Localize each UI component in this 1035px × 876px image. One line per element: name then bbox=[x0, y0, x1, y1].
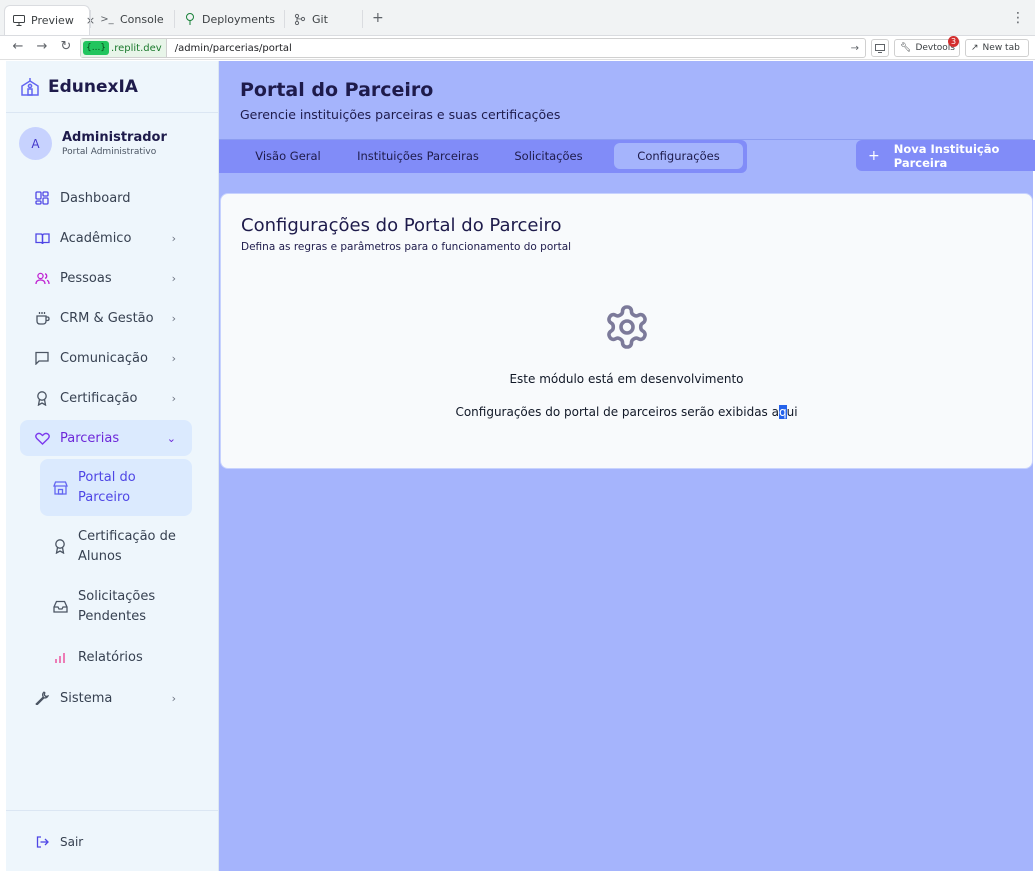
avatar: A bbox=[19, 127, 52, 160]
back-arrow-icon[interactable]: ← bbox=[10, 39, 26, 54]
award-icon bbox=[52, 539, 68, 555]
address-bar: ← → ↻ {...} .replit.dev /admin/parcerias… bbox=[0, 36, 1035, 60]
sidebar-subitem-solicitacoes[interactable]: Solicitações Pendentes bbox=[40, 584, 192, 629]
sidebar-item-pessoas[interactable]: Pessoas › bbox=[20, 260, 192, 296]
sidebar-subitem-certificacao-alunos[interactable]: Certificação de Alunos bbox=[40, 524, 192, 569]
store-icon bbox=[52, 480, 68, 496]
chevron-right-icon: › bbox=[171, 271, 176, 285]
tab-preview[interactable]: Preview × bbox=[4, 5, 95, 35]
school-icon bbox=[21, 78, 39, 96]
user-role: Portal Administrativo bbox=[62, 147, 157, 157]
card-title: Configurações do Portal do Parceiro bbox=[241, 215, 562, 236]
section-tabs: Visão Geral Instituições Parceiras Solic… bbox=[219, 140, 747, 173]
brand-name: EdunexIA bbox=[48, 77, 138, 97]
bar-chart-icon bbox=[52, 650, 68, 666]
gear-icon bbox=[607, 305, 647, 349]
deploy-icon bbox=[184, 13, 196, 25]
chevron-down-icon: ⌄ bbox=[166, 431, 176, 445]
go-arrow-icon[interactable]: → bbox=[851, 43, 859, 54]
tab-label: Console bbox=[120, 12, 164, 26]
book-icon bbox=[34, 230, 50, 246]
forward-arrow-icon[interactable]: → bbox=[34, 39, 50, 54]
user-name: Administrador bbox=[62, 130, 167, 145]
page-subtitle: Gerencie instituições parceiras e suas c… bbox=[240, 107, 561, 122]
external-link-icon: ↗ bbox=[971, 43, 979, 53]
tab-visao-geral[interactable]: Visão Geral bbox=[231, 143, 345, 169]
sidebar-item-dashboard[interactable]: Dashboard bbox=[20, 180, 192, 216]
monitor-icon bbox=[13, 15, 25, 27]
brand[interactable]: EdunexIA bbox=[20, 77, 138, 97]
sidebar-subitem-portal[interactable]: Portal do Parceiro bbox=[40, 459, 192, 516]
sidebar-item-sistema[interactable]: Sistema › bbox=[20, 680, 192, 716]
sidebar-item-certificacao[interactable]: Certificação › bbox=[20, 380, 192, 416]
sidebar-item-academico[interactable]: Acadêmico › bbox=[20, 220, 192, 256]
new-tab-button[interactable]: ↗ New tab bbox=[965, 39, 1029, 57]
tab-label: Git bbox=[312, 12, 328, 26]
wrench-icon: 🔧︎ bbox=[900, 43, 912, 53]
tab-instituicoes-parceiras[interactable]: Instituições Parceiras bbox=[349, 143, 487, 169]
devtools-count-badge: 3 bbox=[948, 36, 959, 47]
logout-icon bbox=[34, 834, 50, 850]
sidebar-item-parcerias[interactable]: Parcerias ⌄ bbox=[20, 420, 192, 456]
sidebar-item-comunicacao[interactable]: Comunicação › bbox=[20, 340, 192, 376]
url-domain: {...} .replit.dev bbox=[81, 39, 167, 57]
settings-card: Configurações do Portal do Parceiro Defi… bbox=[220, 193, 1033, 469]
chevron-right-icon: › bbox=[171, 691, 176, 705]
more-menu-icon[interactable]: ⋮ bbox=[1011, 10, 1025, 26]
chevron-right-icon: › bbox=[171, 311, 176, 325]
chevron-right-icon: › bbox=[171, 351, 176, 365]
terminal-icon: >_ bbox=[100, 13, 114, 25]
tab-deployments[interactable]: Deployments bbox=[176, 6, 283, 32]
git-icon bbox=[294, 13, 306, 25]
wrench-icon bbox=[34, 690, 50, 706]
device-preview-button[interactable] bbox=[871, 39, 889, 57]
url-path: /admin/parcerias/portal bbox=[174, 42, 292, 54]
tab-solicitacoes[interactable]: Solicitações bbox=[491, 143, 606, 169]
main-content: Portal do Parceiro Gerencie instituições… bbox=[219, 61, 1035, 871]
new-tab-plus-icon[interactable]: + bbox=[372, 10, 384, 26]
page-title: Portal do Parceiro bbox=[240, 79, 434, 101]
user-profile[interactable]: A Administrador Portal Administrativo bbox=[19, 127, 167, 160]
development-status: Este módulo está em desenvolvimento bbox=[509, 372, 744, 386]
users-icon bbox=[34, 270, 50, 286]
chevron-right-icon: › bbox=[171, 391, 176, 405]
reload-icon[interactable]: ↻ bbox=[58, 39, 74, 54]
domain-badge-icon: {...} bbox=[83, 41, 110, 55]
browser-tab-bar: Preview × >_ Console Deployments Git + ⋮ bbox=[0, 0, 1035, 36]
logout-button[interactable]: Sair bbox=[20, 824, 192, 860]
sidebar-item-crm[interactable]: CRM & Gestão › bbox=[20, 300, 192, 336]
screen-icon bbox=[875, 43, 885, 53]
inbox-icon bbox=[52, 599, 68, 615]
tab-label: Deployments bbox=[202, 12, 276, 26]
card-description: Defina as regras e parâmetros para o fun… bbox=[241, 241, 572, 253]
tab-configuracoes[interactable]: Configurações bbox=[614, 143, 743, 169]
tab-git[interactable]: Git bbox=[286, 6, 336, 32]
sidebar: EdunexIA A Administrador Portal Administ… bbox=[6, 61, 219, 871]
tab-console[interactable]: >_ Console bbox=[92, 6, 172, 32]
award-icon bbox=[34, 390, 50, 406]
chevron-right-icon: › bbox=[171, 231, 176, 245]
heart-icon bbox=[34, 430, 50, 446]
url-field[interactable]: {...} .replit.dev /admin/parcerias/porta… bbox=[80, 38, 866, 58]
tab-label: Preview bbox=[31, 14, 74, 27]
plus-icon: + bbox=[868, 147, 880, 164]
grid-icon bbox=[34, 190, 50, 206]
sidebar-subitem-relatorios[interactable]: Relatórios bbox=[40, 648, 192, 668]
development-message: Configurações do portal de parceiros ser… bbox=[455, 405, 798, 419]
devtools-button[interactable]: 🔧︎ Devtools 3 bbox=[894, 36, 960, 57]
message-icon bbox=[34, 350, 50, 366]
new-partner-button[interactable]: + Nova Instituição Parceira bbox=[856, 140, 1035, 171]
text-selection: q bbox=[778, 405, 787, 419]
cup-icon bbox=[34, 310, 50, 326]
